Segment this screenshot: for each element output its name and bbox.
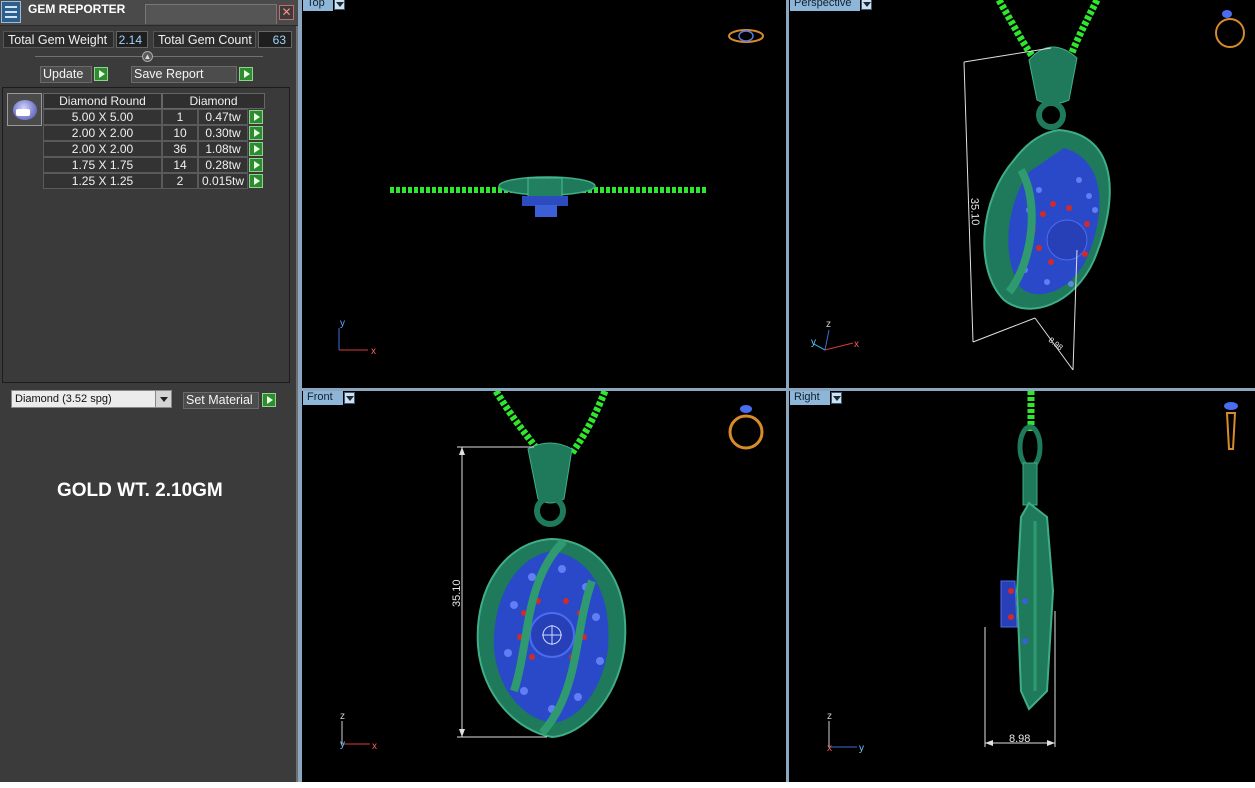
top-view-model: y x xyxy=(338,29,764,357)
axis-y-label: y xyxy=(811,337,816,348)
gold-weight-text: GOLD WT. 2.10GM xyxy=(57,480,223,501)
table-row[interactable]: 5.00 X 5.00 1 0.47tw xyxy=(43,109,265,125)
close-icon[interactable]: ✕ xyxy=(279,5,294,20)
material-select[interactable]: Diamond (3.52 spg) xyxy=(11,390,172,408)
row-go-icon[interactable] xyxy=(249,142,263,156)
front-height-dimension: 35.10 xyxy=(451,579,463,607)
viewport-top[interactable]: Top y x xyxy=(302,0,786,388)
total-gem-weight-label: Total Gem Weight xyxy=(3,31,114,48)
row-weight: 0.015tw xyxy=(198,173,248,189)
panel-titlebar[interactable]: GEM REPORTER ✕ xyxy=(0,0,298,26)
ring-view-icon xyxy=(1225,412,1237,450)
table-row[interactable]: 2.00 X 2.00 36 1.08tw xyxy=(43,141,265,157)
table-row[interactable]: 1.75 X 1.75 14 0.28tw xyxy=(43,157,265,173)
gem-reporter-app-icon xyxy=(1,1,21,23)
row-size: 1.75 X 1.75 xyxy=(43,157,162,173)
set-material-button[interactable]: Set Material xyxy=(183,392,259,409)
perspective-depth-dimension: 8.98 xyxy=(1047,335,1065,352)
axis-x-label: x xyxy=(372,741,377,752)
axis-y-label: y xyxy=(340,739,345,750)
collapse-icon[interactable]: ▲ xyxy=(142,51,153,62)
axis-x-label: x xyxy=(854,339,859,350)
axis-z-label: z xyxy=(827,711,832,722)
row-count: 2 xyxy=(162,173,198,189)
total-gem-count-label: Total Gem Count xyxy=(153,31,256,48)
table-row[interactable]: 2.00 X 2.00 10 0.30tw xyxy=(43,125,265,141)
axis-z-label: z xyxy=(340,711,345,722)
header-shape: Diamond Round xyxy=(43,93,162,109)
table-row[interactable]: 1.25 X 1.25 2 0.015tw xyxy=(43,173,265,189)
row-go-icon[interactable] xyxy=(249,126,263,140)
right-view-model: 8.98 z y x xyxy=(827,391,1238,754)
panel-title: GEM REPORTER xyxy=(28,2,126,16)
ring-view-icon xyxy=(1215,18,1245,48)
row-weight: 1.08tw xyxy=(198,141,248,157)
dropdown-arrow-icon[interactable] xyxy=(155,391,171,407)
row-size: 2.00 X 2.00 xyxy=(43,141,162,157)
row-go-icon[interactable] xyxy=(249,158,263,172)
axis-z-label: z xyxy=(826,319,831,330)
set-material-go-icon[interactable] xyxy=(262,393,276,407)
total-gem-count-value: 63 xyxy=(258,31,292,48)
viewport-perspective[interactable]: Perspective 35.10 8.98 z x y xyxy=(789,0,1255,388)
row-count: 36 xyxy=(162,141,198,157)
row-count: 1 xyxy=(162,109,198,125)
row-count: 14 xyxy=(162,157,198,173)
cad-application: GEM REPORTER ✕ Total Gem Weight 2.14 Tot… xyxy=(0,0,1255,782)
row-weight: 0.47tw xyxy=(198,109,248,125)
row-weight: 0.28tw xyxy=(198,157,248,173)
axis-y-label: y xyxy=(340,318,345,329)
update-go-icon[interactable] xyxy=(94,67,108,81)
viewport-right[interactable]: Right 8.98 z y x xyxy=(789,391,1255,782)
row-go-icon[interactable] xyxy=(249,174,263,188)
perspective-height-dimension: 35.10 xyxy=(968,198,981,226)
ring-view-icon xyxy=(728,414,764,450)
row-count: 10 xyxy=(162,125,198,141)
save-report-button[interactable]: Save Report xyxy=(131,66,237,83)
update-button[interactable]: Update xyxy=(40,66,92,83)
header-material: Diamond xyxy=(162,93,265,109)
row-size: 1.25 X 1.25 xyxy=(43,173,162,189)
perspective-model: 35.10 8.98 z x y xyxy=(811,0,1245,371)
save-report-go-icon[interactable] xyxy=(239,67,253,81)
axis-y-label: y xyxy=(859,743,864,754)
right-width-dimension: 8.98 xyxy=(1009,733,1030,745)
axis-x-label: x xyxy=(371,346,376,357)
diamond-thumbnail-icon[interactable] xyxy=(7,93,42,126)
viewport-front[interactable]: Front 35.10 z x y xyxy=(302,391,786,782)
ring-view-icon xyxy=(728,29,764,43)
gem-reporter-panel: GEM REPORTER ✕ Total Gem Weight 2.14 Tot… xyxy=(0,0,298,782)
title-tab xyxy=(145,4,277,24)
axis-x-label: x xyxy=(827,743,832,754)
row-go-icon[interactable] xyxy=(249,110,263,124)
total-gem-weight-value: 2.14 xyxy=(116,31,148,48)
row-size: 2.00 X 2.00 xyxy=(43,125,162,141)
front-view-model: 35.10 z x y xyxy=(340,391,764,752)
row-weight: 0.30tw xyxy=(198,125,248,141)
row-size: 5.00 X 5.00 xyxy=(43,109,162,125)
